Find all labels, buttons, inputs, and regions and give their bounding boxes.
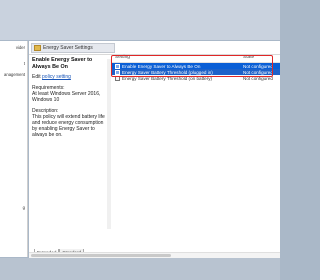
desktop-background-bottom xyxy=(0,258,280,280)
requirements-text: At least Windows Server 2016, Windows 10 xyxy=(32,91,101,103)
tree-item[interactable]: vider xyxy=(0,45,27,50)
description-text: This policy will extend battery life and… xyxy=(32,114,105,138)
console-tree-pane[interactable]: vider t anagement g xyxy=(0,41,28,257)
scroll-thumb[interactable] xyxy=(31,254,171,257)
tree-item[interactable]: t xyxy=(0,61,27,66)
folder-title: Energy Saver Settings xyxy=(43,45,93,51)
folder-icon xyxy=(34,45,41,51)
tree-item[interactable]: g xyxy=(0,205,27,210)
desktop-background-top xyxy=(0,0,280,40)
policy-title: Enable Energy Saver to Always Be On xyxy=(32,57,93,70)
description-panel: Enable Energy Saver to Always Be On Edit… xyxy=(32,57,106,138)
highlight-box xyxy=(111,55,273,77)
tree-item[interactable]: anagement xyxy=(0,72,27,77)
folder-header: Energy Saver Settings xyxy=(31,43,115,53)
description-scrollbar[interactable] xyxy=(107,59,111,229)
edit-line: Edit policy setting xyxy=(32,74,71,80)
edit-policy-link[interactable]: policy setting xyxy=(42,74,71,80)
